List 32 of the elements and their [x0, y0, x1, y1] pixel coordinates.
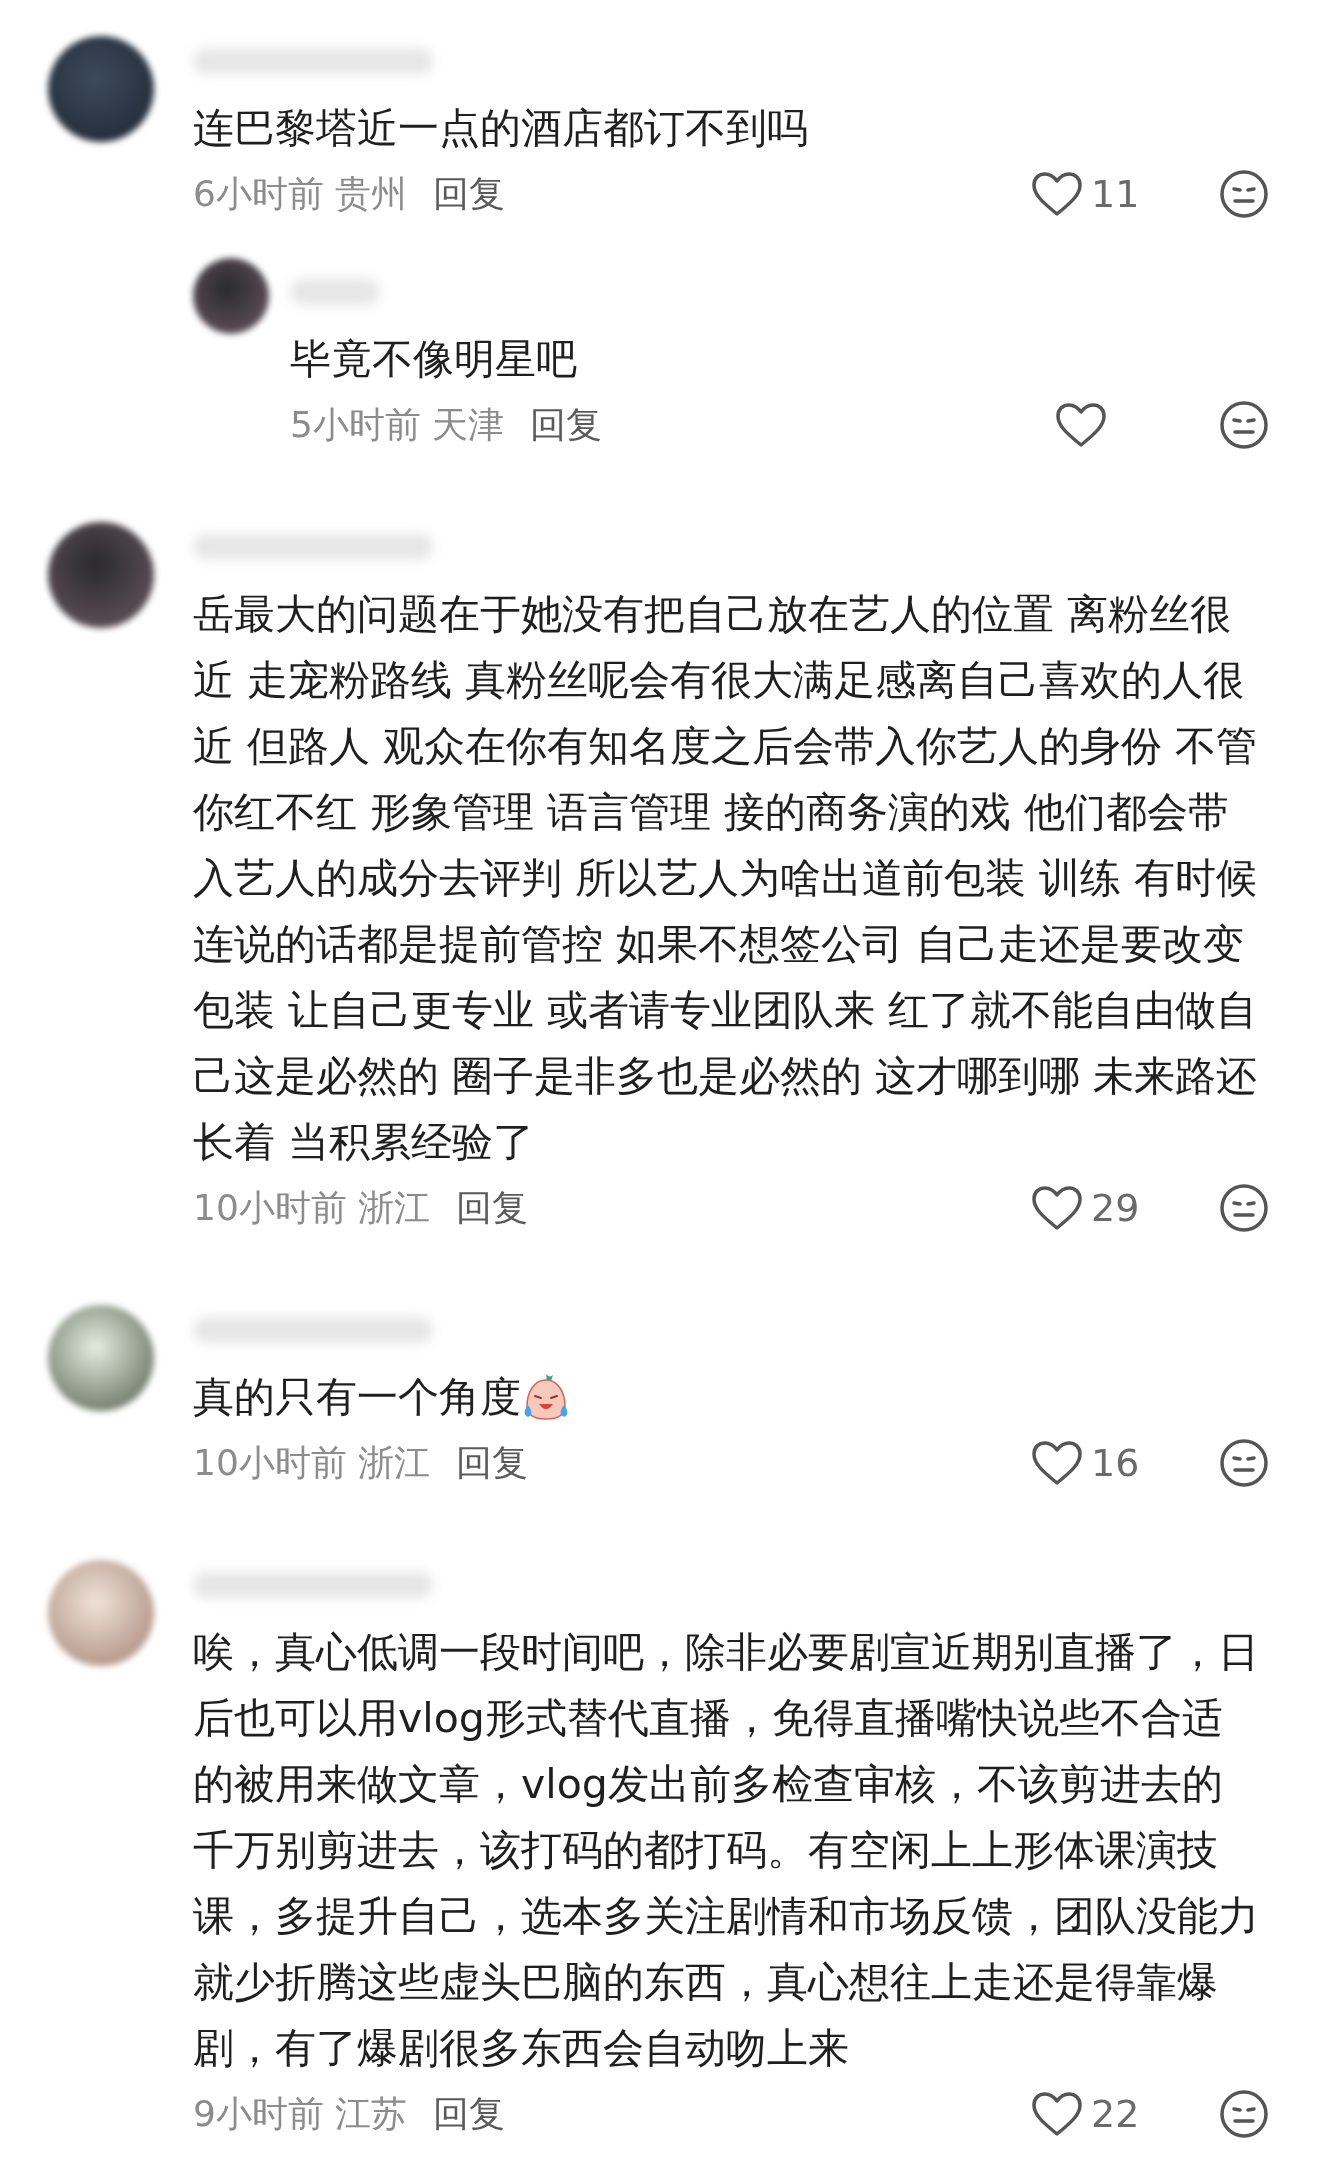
comment-meta: 10小时前 浙江	[193, 1440, 431, 1485]
reply-link[interactable]: 回复	[456, 1438, 529, 1488]
avatar[interactable]	[48, 36, 154, 142]
comment-text: 岳最大的问题在于她没有把自己放在艺人的位置 离粉丝很近 走宠粉路线 真粉丝呢会有很大满足感离自己喜欢的人很近 但路人 观众在你有知名度之后会带入你艺人的身份 不管你红不红 形象管理 语言管理 接的商务演的戏 他们都会带入艺人的成分去评判 所以艺人为啥出道前包装 训练 有时候连说的话都是提前管控 如果不想签公司 自己走还是要改变包装 让自己更专业 或者请专业团队来 红了就不能自由做自己这是必然的 圈子是非多也是必然的 这才哪到哪 未来路还长着 当积累经验了	[193, 589, 1259, 1168]
neutral-face-icon[interactable]	[1219, 400, 1269, 450]
reply-link[interactable]: 回复	[433, 169, 506, 219]
comment-text: 唉，真心低调一段时间吧，除非必要剧宣近期别直播了，日后也可以用vlog形式替代直播，免得直播嘴快说些不合适的被用来做文章，vlog发出前多检查审核，不该剪进去的千万别剪进去，该打码的都打码。有空闲上上形体课演技课，多提升自己，选本多关注剧情和市场反馈，团队没能力就少折腾这些虚头巴脑的东西，真心想往上走还是得靠爆剧，有了爆剧很多东西会自动吻上来	[193, 1627, 1260, 2074]
avatar[interactable]	[48, 522, 154, 628]
like-count: 29	[1091, 1186, 1140, 1230]
like-count: 16	[1091, 1441, 1140, 1485]
neutral-face-icon[interactable]	[1219, 169, 1269, 219]
comment-meta: 6小时前 贵州	[193, 171, 408, 216]
neutral-face-icon[interactable]	[1219, 2089, 1269, 2139]
heart-icon[interactable]	[1031, 2091, 1083, 2137]
comment-meta: 5小时前 天津	[290, 402, 505, 447]
heart-icon[interactable]	[1031, 1440, 1083, 1486]
comment-text: 毕竟不像明星吧	[290, 334, 577, 385]
neutral-face-icon[interactable]	[1219, 1183, 1269, 1233]
reply-link[interactable]: 回复	[530, 400, 603, 450]
heart-icon[interactable]	[1031, 171, 1083, 217]
reply-link[interactable]: 回复	[433, 2089, 506, 2139]
like-count: 22	[1091, 2092, 1140, 2136]
heart-icon[interactable]	[1055, 402, 1107, 448]
comment-text: 真的只有一个角度	[193, 1372, 521, 1423]
reply-link[interactable]: 回复	[456, 1183, 529, 1233]
like-count: 11	[1091, 172, 1140, 216]
comment-text: 连巴黎塔近一点的酒店都订不到吗	[193, 103, 808, 154]
comment-meta: 9小时前 江苏	[193, 2091, 408, 2136]
avatar[interactable]	[193, 258, 269, 334]
comment-meta: 10小时前 浙江	[193, 1185, 431, 1230]
neutral-face-icon[interactable]	[1219, 1438, 1269, 1488]
heart-icon[interactable]	[1031, 1185, 1083, 1231]
